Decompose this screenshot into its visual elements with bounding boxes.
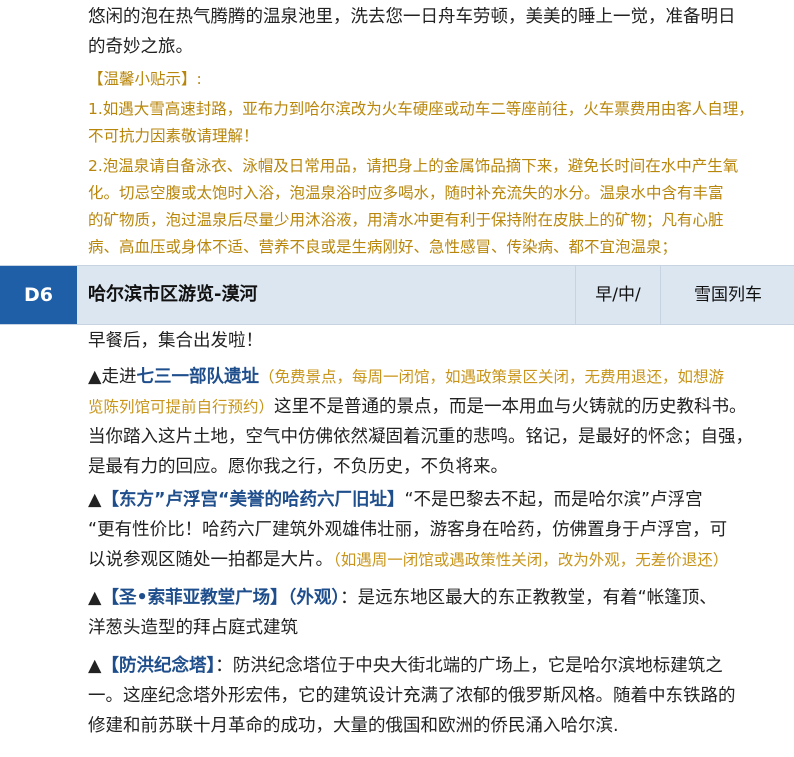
spot-desc: 以说参观区随处一拍都是大片。: [88, 550, 333, 570]
spot-desc: “不是巴黎去不起，而是哈尔滨”卢浮宫: [404, 490, 703, 510]
spot-desc: 是最有力的回应。愿你我之行，不负历史，不负将来。: [88, 457, 508, 477]
bullet-prefix: ▲: [88, 656, 102, 676]
tip-line: 化。切忌空腹或太饱时入浴，泡温泉浴时应多喝水，随时补充流失的水分。温泉水中含有丰…: [88, 184, 724, 202]
spot-name: 七三一部队遗址: [136, 367, 259, 387]
spot-name: 【防洪纪念塔】: [101, 656, 216, 676]
bullet-prefix: ▲: [88, 588, 102, 608]
tip-line: 2.泡温泉请自备泳衣、泳帽及日常用品，请把身上的金属饰品摘下来，避免长时间在水中…: [88, 157, 739, 175]
spot-desc: ：防洪纪念塔位于中央大街北端的广场上，它是哈尔滨地标建筑之: [215, 656, 723, 676]
spot-pharma-line3: 以说参观区随处一拍都是大片。（如遇周一闭馆或遇政策性关闭，改为外观，无差价退还）: [88, 545, 788, 575]
spot-731-line2: 览陈列馆可提前自行预约）这里不是普通的景点，而是一本用血与火铸就的历史教科书。: [88, 392, 788, 422]
spot-note: （免费景点，每周一闭馆，如遇政策景区关闭，无费用退还，如想游: [258, 368, 724, 386]
intro-line: 的奇妙之旅。: [88, 37, 193, 57]
spot-desc: 洋葱头造型的拜占庭式建筑: [88, 618, 298, 638]
spot-name: 【东方”卢浮宫“美誉的哈药六厂旧址】: [101, 490, 405, 510]
spot-desc: 这里不是普通的景点，而是一本用血与火铸就的历史教科书。: [274, 397, 747, 417]
day-meals: 早/中/: [575, 266, 660, 324]
tip-line: 1.如遇大雪高速封路，亚布力到哈尔滨改为火车硬座或动车二等座前往，火车票费用由客…: [88, 100, 754, 118]
spot-note: （如遇周一闭馆或遇政策性关闭，改为外观，无差价退还）: [333, 551, 729, 569]
tip-line: 病、高血压或身体不适、营养不良或是生病刚好、急性感冒、传染病、都不宜泡温泉；: [88, 238, 678, 256]
spot-pharma: ▲【东方”卢浮宫“美誉的哈药六厂旧址】“不是巴黎去不起，而是哈尔滨”卢浮宫: [88, 485, 788, 515]
day-title: 哈尔滨市区游览-漠河: [88, 284, 258, 305]
spot-731: ▲走进七三一部队遗址（免费景点，每周一闭馆，如遇政策景区关闭，无费用退还，如想游: [88, 362, 788, 392]
breakfast-line: 早餐后，集合出发啦！: [88, 331, 263, 351]
spot-note: 览陈列馆可提前自行预约）: [88, 398, 275, 416]
spot-desc: “更有性价比！哈药六厂建筑外观雄伟壮丽，游客身在哈药，仿佛置身于卢浮宫，可: [88, 520, 728, 540]
bullet-prefix: ▲走进: [88, 367, 137, 387]
intro-paragraph: 悠闲的泡在热气腾腾的温泉池里，洗去您一日舟车劳顿，美美的睡上一觉，准备明日 的奇…: [88, 2, 788, 62]
tips-section: 【温馨小贴示】: 1.如遇大雪高速封路，亚布力到哈尔滨改为火车硬座或动车二等座前…: [88, 66, 788, 261]
tip-line: 不可抗力因素敬请理解！: [88, 127, 259, 145]
spot-name: 【圣•索菲亚教堂广场】（外观）: [101, 588, 341, 608]
day-lodging: 雪国列车: [660, 266, 794, 324]
intro-line: 悠闲的泡在热气腾腾的温泉池里，洗去您一日舟车劳顿，美美的睡上一觉，准备明日: [88, 7, 736, 27]
spot-tower: ▲【防洪纪念塔】：防洪纪念塔位于中央大街北端的广场上，它是哈尔滨地标建筑之: [88, 651, 788, 681]
day-badge: D6: [0, 266, 77, 324]
day-header: D6 哈尔滨市区游览-漠河 早/中/ 雪国列车: [0, 265, 794, 325]
spot-sofia: ▲【圣•索菲亚教堂广场】（外观）：是远东地区最大的东正教教堂，有着“帐篷顶、: [88, 583, 788, 613]
spot-desc: 一。这座纪念塔外形宏伟，它的建筑设计充满了浓郁的俄罗斯风格。随着中东铁路的: [88, 686, 736, 706]
day-body: 早餐后，集合出发啦！ ▲走进七三一部队遗址（免费景点，每周一闭馆，如遇政策景区关…: [88, 326, 788, 741]
spot-desc: ：是远东地区最大的东正教教堂，有着“帐篷顶、: [340, 588, 717, 608]
tip-line: 的矿物质，泡过温泉后尽量少用沐浴液，用清水冲更有利于保持附在皮肤上的矿物；凡有心…: [88, 211, 724, 229]
spot-desc: 修建和前苏联十月革命的成功，大量的俄国和欧洲的侨民涌入哈尔滨.: [88, 716, 619, 736]
spot-desc: 当你踏入这片土地，空气中仿佛依然凝固着沉重的悲鸣。铭记，是最好的怀念；自强，: [88, 427, 753, 447]
tips-title: 【温馨小贴示】:: [88, 70, 202, 88]
bullet-prefix: ▲: [88, 490, 102, 510]
